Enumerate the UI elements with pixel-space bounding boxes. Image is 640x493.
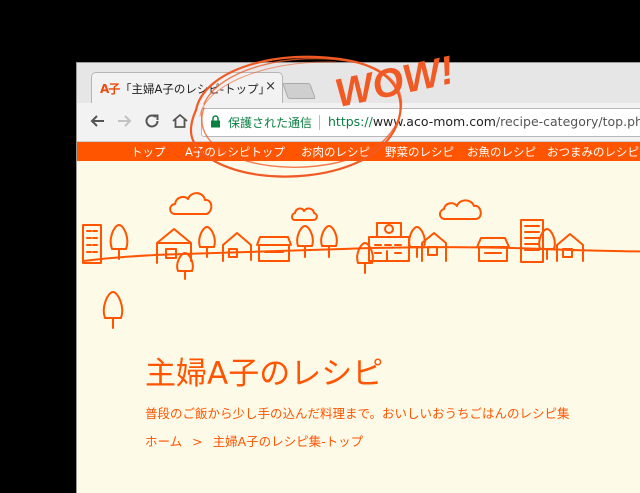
browser-window: A子 「主婦A子のレシピ-トップ」 × 保護された通信 https://www. [76,62,640,493]
browser-toolbar: 保護された通信 https://www.aco-mom.com/recipe-c… [77,103,640,142]
tree-icon [296,225,314,258]
house-icon [556,233,584,262]
forward-icon[interactable] [115,112,133,130]
tree-icon [320,225,338,258]
url-text[interactable]: https://www.aco-mom.com/recipe-category/… [328,114,640,129]
url-host: www.aco-mom.com [372,114,496,129]
url-scheme: https:// [328,114,373,129]
house-icon [476,237,510,262]
cloud-icon [291,207,318,221]
school-icon [368,222,410,262]
page-title: 主婦A子のレシピ [145,356,384,392]
nav-item-top[interactable]: トップ [131,144,166,160]
breadcrumb: ホーム > 主婦A子のレシピ集-トップ [145,431,369,450]
reload-icon[interactable] [143,112,161,130]
page-tagline: 普段のご飯から少し手の込んだ料理まで。おいしいおうちごはんのレシピ集 [145,406,570,421]
address-divider [319,115,320,130]
lock-icon [211,115,220,128]
town-illustration [82,192,640,329]
nav-item-vegetable[interactable]: 野菜のレシピ [385,144,454,160]
new-tab-button[interactable] [282,83,316,99]
nav-item-fish[interactable]: お魚のレシピ [467,144,536,160]
tree-icon [109,224,129,260]
tab-strip: A子 「主婦A子のレシピ-トップ」 × [77,63,640,104]
breadcrumb-home-link[interactable]: ホーム [145,434,182,449]
tab-title: 「主婦A子のレシピ-トップ」 [120,82,271,96]
back-icon[interactable] [89,112,107,130]
house-icon [222,232,252,262]
close-tab-icon[interactable]: × [265,79,276,94]
cloud-icon [439,199,482,220]
cloud-icon [169,192,213,215]
breadcrumb-separator: > [192,434,203,449]
tree-icon [102,291,124,329]
browser-tab[interactable]: A子 「主婦A子のレシピ-トップ」 × [91,72,283,104]
building-icon [82,224,102,264]
breadcrumb-current: 主婦A子のレシピ集-トップ [212,434,364,449]
address-bar[interactable]: 保護された通信 https://www.aco-mom.com/recipe-c… [201,108,640,137]
tree-icon [538,228,556,260]
url-path: /recipe-category/top.php [495,114,640,129]
nav-item-snacks[interactable]: おつまみのレシピ [547,144,639,160]
house-icon [156,228,192,264]
nav-item-aco-recipes[interactable]: A子のレシピトップ [185,144,285,160]
secure-connection-label: 保護された通信 [228,116,313,130]
site-nav-bar: トップ A子のレシピトップ お肉のレシピ 野菜のレシピ お魚のレシピ おつまみの… [77,142,640,161]
nav-item-meat[interactable]: お肉のレシピ [301,144,370,160]
house-icon [256,236,292,262]
home-icon[interactable] [171,112,189,130]
site-favicon-icon: A子 [100,82,120,96]
